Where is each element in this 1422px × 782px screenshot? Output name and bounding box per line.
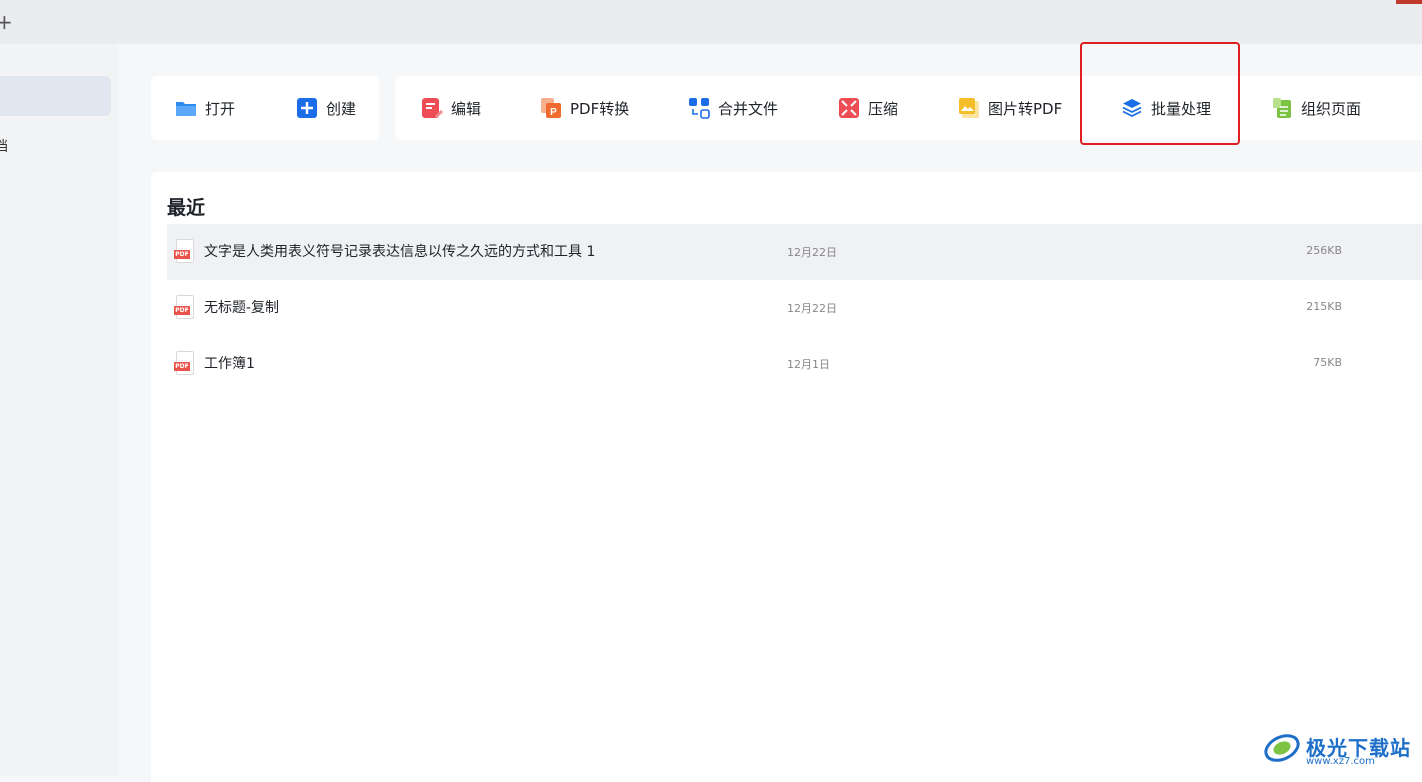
file-size: 75KB [1313, 356, 1342, 369]
create-button[interactable]: 创建 [296, 96, 356, 120]
open-label: 打开 [205, 99, 236, 118]
merge-files-button[interactable]: 合并文件 [688, 96, 778, 120]
window-close-button[interactable] [1396, 0, 1422, 4]
new-tab-button[interactable]: + [0, 12, 13, 32]
organize-pages-button[interactable]: 组织页面 [1271, 96, 1361, 120]
merge-icon [688, 97, 710, 119]
file-row[interactable]: PDF 文字是人类用表义符号记录表达信息以传之久远的方式和工具 1 12月22日… [167, 224, 1422, 280]
file-row[interactable]: PDF 无标题-复制 12月22日 215KB [167, 280, 1422, 336]
pdf-file-icon: PDF [174, 295, 194, 319]
watermark: 极光下载站 www.xz7.com [1262, 724, 1411, 768]
file-size: 215KB [1306, 300, 1342, 313]
file-date: 12月1日 [787, 358, 830, 371]
recent-title: 最近 [167, 197, 206, 219]
svg-text:P: P [550, 107, 557, 118]
pdf-file-icon: PDF [174, 239, 194, 263]
folder-icon [175, 97, 197, 119]
organize-pages-icon [1271, 97, 1293, 119]
plus-square-icon [296, 97, 318, 119]
image-to-pdf-button[interactable]: 图片转PDF [958, 96, 1062, 120]
file-date: 12月22日 [787, 246, 837, 259]
edit-label: 编辑 [451, 99, 482, 118]
compress-button[interactable]: 压缩 [838, 96, 898, 120]
file-name: 文字是人类用表义符号记录表达信息以传之久远的方式和工具 1 [204, 244, 596, 260]
create-label: 创建 [326, 99, 357, 118]
title-bar: + [0, 0, 1422, 44]
edit-document-icon [421, 97, 443, 119]
compress-label: 压缩 [868, 99, 899, 118]
pdf-convert-button[interactable]: P PDF转换 [540, 96, 629, 120]
file-name: 工作簿1 [204, 356, 255, 372]
file-name: 无标题-复制 [204, 300, 280, 316]
edit-button[interactable]: 编辑 [421, 96, 481, 120]
file-date: 12月22日 [787, 302, 837, 315]
sidebar: 档 [0, 44, 118, 776]
pdf-convert-label: PDF转换 [570, 99, 630, 118]
image-icon [958, 97, 980, 119]
image-to-pdf-label: 图片转PDF [988, 99, 1063, 118]
open-button[interactable]: 打开 [175, 96, 235, 120]
sidebar-item-active[interactable] [0, 76, 111, 116]
sidebar-item-documents[interactable]: 档 [0, 136, 8, 156]
highlight-annotation-box [1080, 42, 1240, 145]
file-row[interactable]: PDF 工作簿1 12月1日 75KB [167, 336, 1422, 392]
file-size: 256KB [1306, 244, 1342, 257]
organize-pages-label: 组织页面 [1301, 99, 1362, 118]
merge-files-label: 合并文件 [718, 99, 779, 118]
compress-icon [838, 97, 860, 119]
watermark-logo-icon [1262, 726, 1302, 766]
pdf-file-icon: PDF [174, 351, 194, 375]
watermark-url: www.xz7.com [1306, 756, 1375, 767]
pdf-convert-icon: P [540, 97, 562, 119]
